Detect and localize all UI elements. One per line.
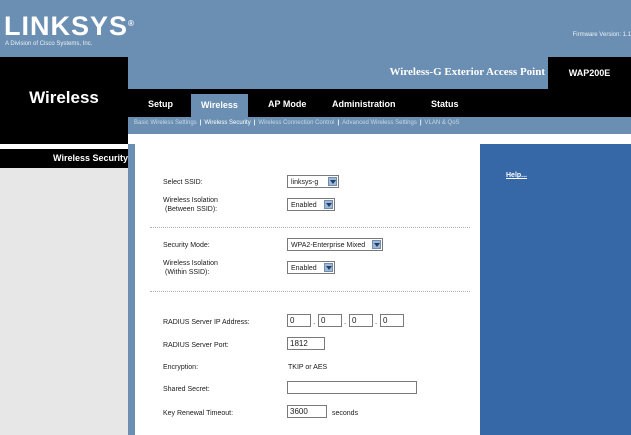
- key-renewal-unit: seconds: [332, 410, 359, 417]
- security-mode-label: Security Mode:: [163, 242, 210, 249]
- radius-ip-octet-4[interactable]: [380, 314, 404, 327]
- isolation-within-label-line2: (Within SSID):: [165, 269, 210, 276]
- ip-dot: .: [313, 317, 316, 326]
- chevron-down-icon: [372, 240, 381, 249]
- left-menu-title: Wireless Security: [53, 153, 128, 163]
- key-renewal-input[interactable]: [287, 405, 327, 418]
- section-divider: [150, 227, 470, 228]
- encryption-value: TKIP or AES: [288, 364, 328, 371]
- radius-port-input[interactable]: [287, 337, 325, 350]
- logo-tagline: A Division of Cisco Systems, Inc.: [5, 41, 93, 47]
- radius-ip-octet-3[interactable]: [349, 314, 373, 327]
- isolation-within-dropdown[interactable]: Enabled: [287, 261, 335, 274]
- radius-ip-label: RADIUS Server IP Address:: [163, 319, 250, 326]
- chevron-down-icon: [324, 200, 333, 209]
- subtab-advanced-wireless-settings[interactable]: Advanced Wireless Settings: [342, 120, 417, 126]
- left-menu: [0, 149, 135, 435]
- isolation-within-label: Wireless Isolation (Within SSID):: [163, 259, 218, 277]
- chevron-down-icon: [328, 177, 337, 186]
- isolation-within-label-line1: Wireless Isolation: [163, 260, 218, 267]
- tab-status[interactable]: Status: [431, 89, 459, 117]
- tab-setup[interactable]: Setup: [148, 89, 173, 117]
- firmware-version: Firmware Version: 1.1: [572, 32, 631, 38]
- select-ssid-dropdown[interactable]: linksys-g: [287, 175, 339, 188]
- radius-ip-octet-1[interactable]: [287, 314, 311, 327]
- section-title: Wireless: [29, 88, 99, 107]
- security-mode-value: WPA2-Enterprise Mixed: [291, 242, 366, 249]
- help-panel: [480, 144, 631, 435]
- isolation-between-label-line1: Wireless Isolation: [163, 197, 218, 204]
- radius-ip-octet-2[interactable]: [318, 314, 342, 327]
- radius-port-label: RADIUS Server Port:: [163, 342, 229, 349]
- select-ssid-label: Select SSID:: [163, 179, 203, 186]
- model-name: WAP200E: [568, 68, 611, 78]
- isolation-within-value: Enabled: [291, 265, 317, 272]
- key-renewal-label: Key Renewal Timeout:: [163, 410, 234, 417]
- isolation-between-label: Wireless Isolation (Between SSID):: [163, 196, 218, 214]
- select-ssid-value: linksys-g: [291, 179, 319, 186]
- security-mode-dropdown[interactable]: WPA2-Enterprise Mixed: [287, 238, 383, 251]
- content-edge: [128, 144, 135, 435]
- tab-wireless[interactable]: Wireless: [191, 94, 248, 117]
- ip-dot: .: [375, 317, 378, 326]
- subtab-separator: |: [419, 120, 422, 126]
- linksys-logo: LINKSYS®: [4, 11, 135, 41]
- model-badge: WAP200E: [548, 57, 631, 89]
- subtab-wireless-connection-control[interactable]: Wireless Connection Control: [258, 120, 334, 126]
- tab-ap-mode[interactable]: AP Mode: [268, 89, 306, 117]
- subtab-wireless-security[interactable]: Wireless Security: [204, 120, 250, 126]
- tab-administration[interactable]: Administration: [332, 89, 396, 117]
- isolation-between-label-line2: (Between SSID):: [165, 206, 218, 213]
- sub-tabs: Basic Wireless Settings | Wireless Securit…: [134, 120, 460, 126]
- subtab-vlan-qos[interactable]: VLAN & QoS: [425, 120, 460, 126]
- encryption-label: Encryption:: [163, 364, 199, 371]
- chevron-down-icon: [324, 263, 333, 272]
- isolation-between-value: Enabled: [291, 202, 317, 209]
- help-link[interactable]: Help...: [506, 172, 527, 179]
- subtab-separator: |: [337, 120, 340, 126]
- ip-dot: .: [344, 317, 347, 326]
- product-name: Wireless-G Exterior Access Point: [389, 66, 546, 78]
- isolation-between-dropdown[interactable]: Enabled: [287, 198, 335, 211]
- section-divider: [150, 291, 470, 292]
- shared-secret-input[interactable]: [287, 381, 417, 394]
- subtab-basic-wireless-settings[interactable]: Basic Wireless Settings: [134, 120, 197, 126]
- shared-secret-label: Shared Secret:: [163, 386, 210, 393]
